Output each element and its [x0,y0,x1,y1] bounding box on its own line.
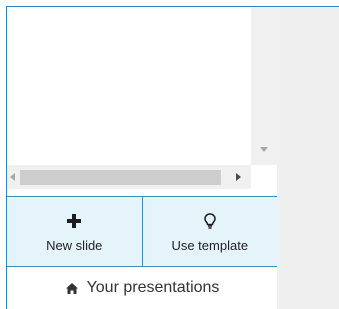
horizontal-scroll-thumb[interactable] [20,170,221,185]
use-template-label: Use template [171,238,249,253]
new-slide-button[interactable]: New slide [7,197,142,266]
slide-panel: New slide Use template Your presentation… [7,7,277,309]
horizontal-scrollbar[interactable] [7,165,251,189]
lightbulb-icon [203,210,216,232]
your-presentations-label: Your presentations [86,279,220,296]
scroll-down-arrow-icon[interactable] [260,147,268,152]
scroll-left-arrow-icon[interactable] [10,173,15,181]
new-slide-label: New slide [46,238,103,253]
slide-canvas[interactable] [7,7,251,165]
your-presentations-link[interactable]: Your presentations [7,267,277,309]
vertical-scrollbar[interactable] [251,7,277,165]
home-icon [65,282,79,295]
plus-icon [67,210,82,232]
scroll-right-arrow-icon[interactable] [236,173,241,181]
slide-actions: New slide Use template [7,196,277,267]
use-template-button[interactable]: Use template [141,197,277,266]
